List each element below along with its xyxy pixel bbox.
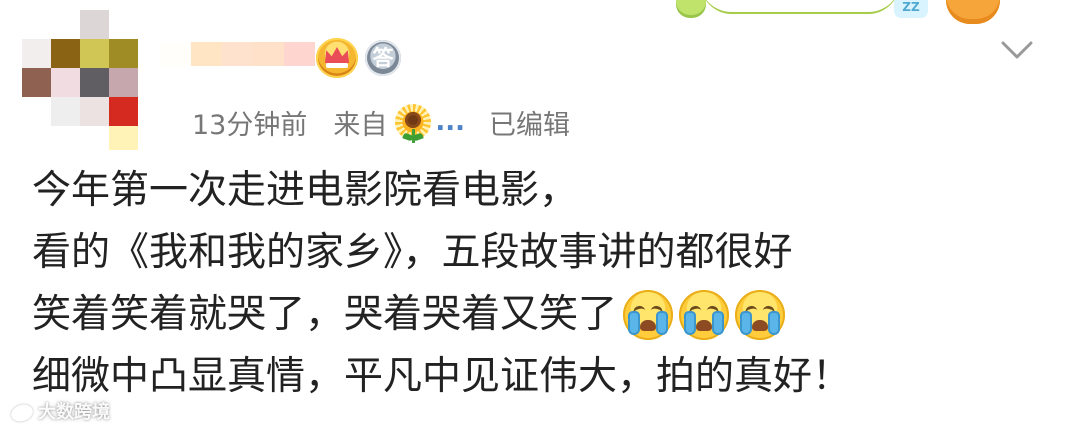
avatar-mosaic-block xyxy=(109,126,138,150)
blurred-username[interactable] xyxy=(160,42,315,66)
sunflower-leaf xyxy=(412,132,425,142)
edited-label: 已编辑 xyxy=(489,109,570,141)
avatar-mosaic-block xyxy=(22,39,51,68)
watermark-logo-icon xyxy=(10,401,34,421)
emoji-mouth xyxy=(640,320,657,331)
medal-badge-icon: 答 xyxy=(365,40,401,76)
cat-decoration xyxy=(946,0,1000,24)
crying-face-icon xyxy=(623,290,674,340)
post-content-line: 看的《我和我的家乡》，五段故事讲的都很好 xyxy=(32,222,1012,284)
post-content-line: 今年第一次走进电影院看电影， xyxy=(32,160,1012,222)
post-text-line-3: 笑着笑着就哭了，哭着哭着又笑了 xyxy=(32,292,618,337)
avatar-mosaic-block xyxy=(80,10,109,39)
crown-badge-icon xyxy=(316,38,358,78)
username-mosaic-block xyxy=(191,42,222,66)
watermark: 大数跨境 xyxy=(10,398,110,424)
post-text-line-2: 看的《我和我的家乡》，五段故事讲的都很好 xyxy=(32,230,793,275)
emoji-tear xyxy=(684,311,697,335)
source-more-link[interactable]: ... xyxy=(435,107,465,137)
more-options-button[interactable] xyxy=(1000,38,1034,62)
post-time: 13分钟前 xyxy=(192,109,308,141)
crying-face-icon xyxy=(735,290,786,340)
watermark-text: 大数跨境 xyxy=(38,402,110,423)
avatar-mosaic-block xyxy=(80,39,109,68)
username-mosaic-block xyxy=(253,42,284,66)
avatar-mosaic-block xyxy=(80,97,109,126)
post-source-prefix: 来自 xyxy=(333,109,388,141)
avatar-mosaic-block xyxy=(109,97,138,126)
avatar-mosaic-block xyxy=(80,68,109,97)
post-content-line: 细微中凸显真情，平凡中见证伟大，拍的真好！ xyxy=(32,346,1012,408)
avatar-mosaic-block xyxy=(109,39,138,68)
chevron-down-icon xyxy=(1001,41,1033,59)
avatar-mosaic-block xyxy=(51,68,80,97)
emoji-tear xyxy=(656,311,669,335)
avatar[interactable] xyxy=(22,10,138,150)
post-header: 答 xyxy=(160,38,420,78)
crying-face-icon xyxy=(679,290,730,340)
sleep-zz-icon: ZZ xyxy=(894,0,928,18)
sunflower-icon xyxy=(395,104,432,143)
username-mosaic-block xyxy=(284,42,315,66)
avatar-mosaic-block xyxy=(22,68,51,97)
username-mosaic-block xyxy=(160,42,191,66)
post-text-line-1: 今年第一次走进电影院看电影， xyxy=(32,168,579,213)
emoji-mouth xyxy=(696,320,713,331)
avatar-mosaic-block xyxy=(51,97,80,126)
top-decoration: ZZ xyxy=(660,0,1000,28)
post-content-line: 笑着笑着就哭了，哭着哭着又笑了 xyxy=(32,284,1012,346)
thread-decoration xyxy=(700,0,900,14)
emoji-tear xyxy=(768,311,781,335)
avatar-mosaic-block xyxy=(51,39,80,68)
post-text-line-4: 细微中凸显真情，平凡中见证伟大，拍的真好！ xyxy=(32,354,852,399)
emoji-mouth xyxy=(752,320,769,331)
post-meta: 13分钟前 来自 ... 已编辑 xyxy=(192,104,570,143)
emoji-tear xyxy=(712,311,725,335)
username-mosaic-block xyxy=(222,42,253,66)
emoji-tear xyxy=(740,311,753,335)
post-content: 今年第一次走进电影院看电影， 看的《我和我的家乡》，五段故事讲的都很好 笑着笑着… xyxy=(32,160,1012,408)
avatar-mosaic-block xyxy=(109,68,138,97)
emoji-tear xyxy=(628,311,641,335)
yarn-ball-decoration xyxy=(676,0,706,18)
